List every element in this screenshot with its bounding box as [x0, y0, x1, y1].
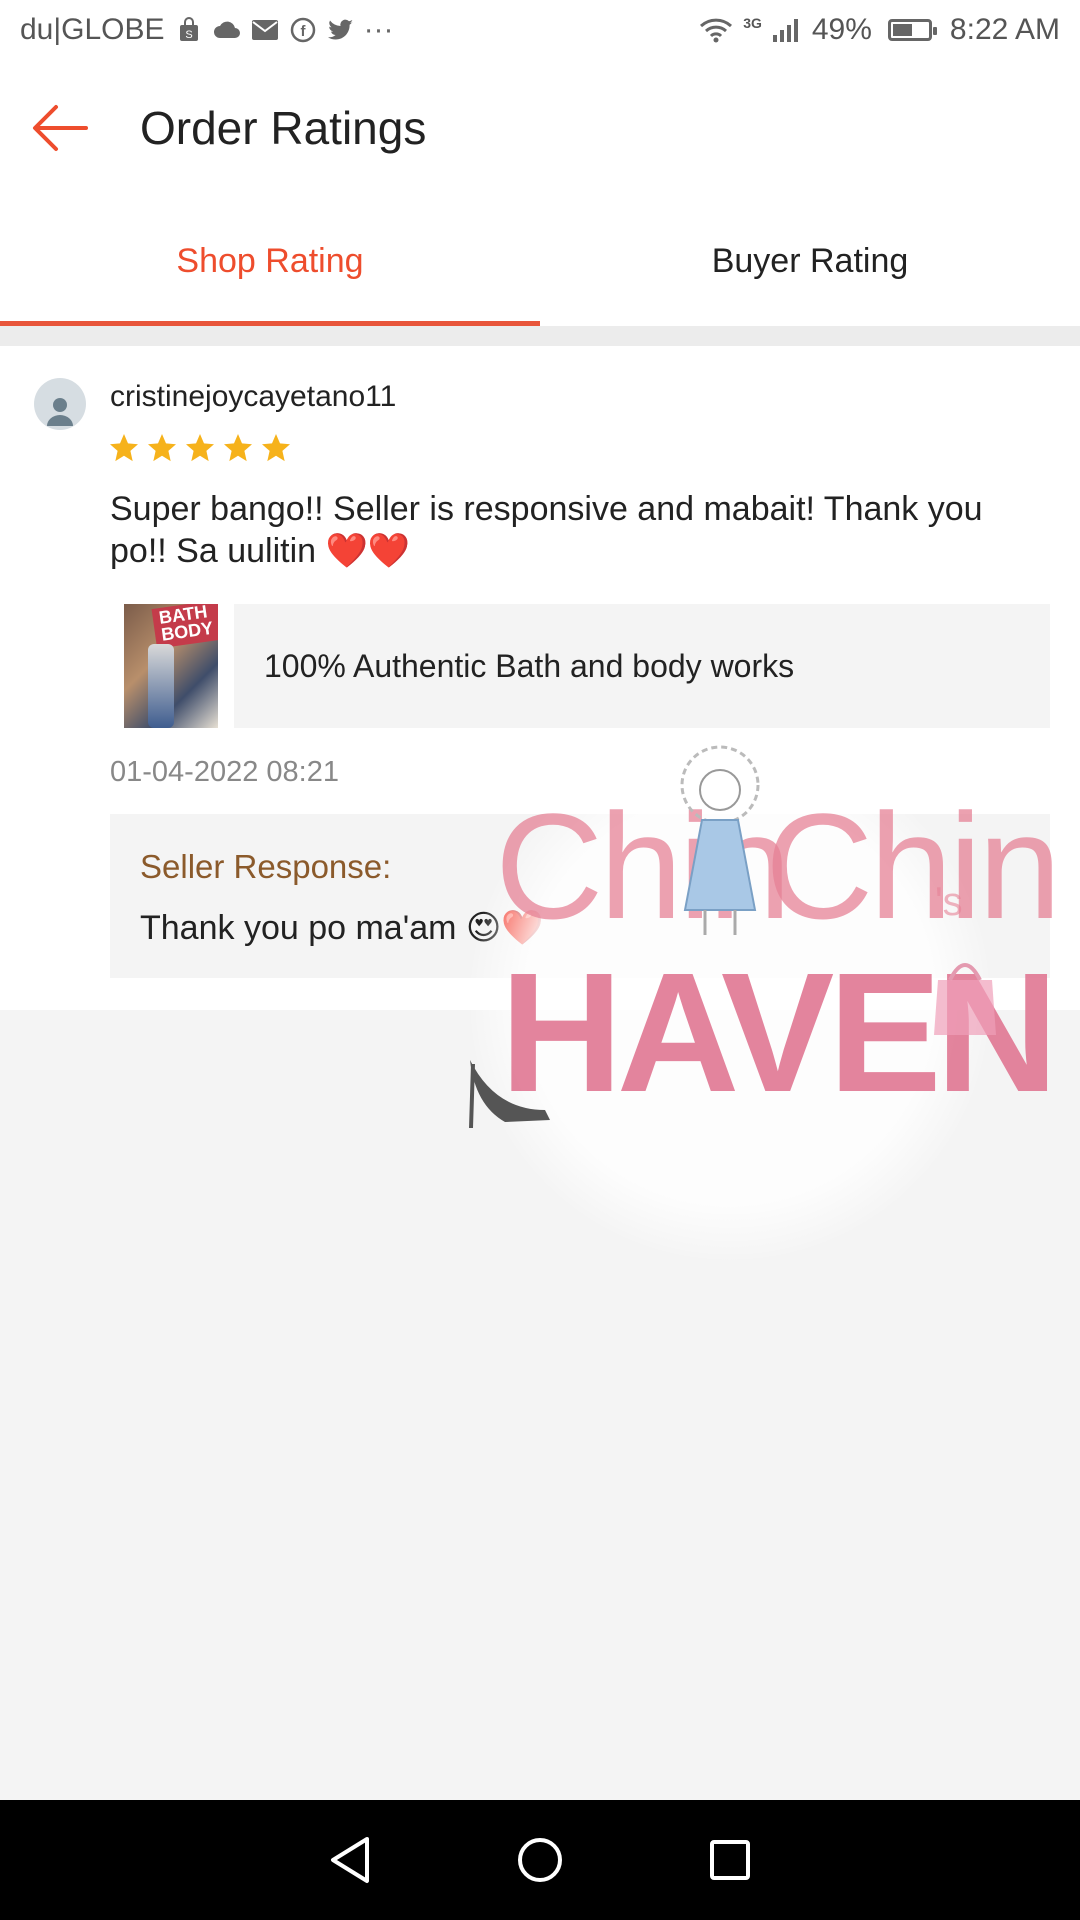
seller-response-text: Thank you po ma'am 😍❤️ — [140, 909, 544, 947]
battery-icon — [887, 19, 937, 41]
seller-response-label: Seller Response: — [140, 848, 392, 885]
tab-shop-rating[interactable]: Shop Rating — [0, 196, 540, 326]
rating-tabs: Shop Rating Buyer Rating — [0, 196, 1080, 326]
star-icon — [186, 434, 214, 462]
nav-recents-button[interactable] — [700, 1830, 760, 1890]
nav-back-button[interactable] — [320, 1830, 380, 1890]
facebook-icon: f — [289, 16, 317, 44]
signal-icon — [772, 16, 802, 44]
arrow-left-icon — [33, 105, 88, 151]
svg-text:f: f — [300, 23, 306, 40]
avatar[interactable] — [34, 378, 86, 430]
clock: 8:22 AM — [949, 13, 1060, 46]
twitter-icon — [327, 16, 355, 44]
star-icon — [224, 434, 252, 462]
star-icon — [262, 434, 290, 462]
product-thumbnail-label: BATH BODY — [157, 604, 215, 645]
cloud-icon — [213, 16, 241, 44]
battery-level-fill — [892, 24, 912, 36]
product-name: 100% Authentic Bath and body works — [234, 604, 1050, 728]
page-title: Order Ratings — [140, 102, 427, 154]
tab-buyer-rating[interactable]: Buyer Rating — [540, 196, 1080, 326]
user-icon — [47, 398, 73, 426]
app-bar: Order Ratings — [0, 60, 1080, 196]
section-divider — [0, 326, 1080, 346]
carrier-label: du|GLOBE — [20, 13, 165, 46]
system-nav-bar — [0, 1800, 1080, 1920]
tab-shop-rating-label: Shop Rating — [176, 241, 364, 280]
network-type-badge: 3G — [743, 15, 762, 31]
back-button[interactable] — [0, 68, 120, 188]
more-icon: ··· — [363, 13, 394, 46]
wifi-icon — [699, 16, 733, 44]
status-bar-left: du|GLOBE S f ··· — [20, 13, 394, 47]
square-recents-icon — [710, 1840, 750, 1880]
product-link[interactable]: BATH BODY 100% Authentic Bath and body w… — [124, 604, 1050, 728]
product-thumbnail: BATH BODY — [124, 604, 218, 728]
svg-text:S: S — [185, 29, 192, 41]
reviewer-username: cristinejoycayetano11 — [110, 380, 397, 413]
tab-buyer-rating-label: Buyer Rating — [711, 241, 909, 280]
review-text: Super bango!! Seller is responsive and m… — [110, 490, 983, 570]
star-icon — [148, 434, 176, 462]
status-bar-right: 3G 49% 8:22 AM — [699, 13, 1060, 47]
battery-percent: 49% — [811, 13, 872, 46]
seller-response: Seller Response: Thank you po ma'am 😍❤️ — [110, 814, 1050, 978]
circle-home-icon — [518, 1838, 562, 1882]
star-rating — [108, 432, 292, 464]
status-bar: du|GLOBE S f ··· 3G 49% 8:22 AM — [0, 0, 1080, 60]
shopping-bag-icon: S — [175, 16, 203, 44]
review-date: 01-04-2022 08:21 — [110, 756, 339, 788]
review-card: cristinejoycayetano11 Super bango!! Sell… — [0, 346, 1080, 1010]
star-icon — [110, 434, 138, 462]
nav-home-button[interactable] — [510, 1830, 570, 1890]
triangle-back-icon — [331, 1837, 369, 1883]
mail-icon — [251, 16, 279, 44]
high-heel-icon — [469, 1060, 550, 1129]
